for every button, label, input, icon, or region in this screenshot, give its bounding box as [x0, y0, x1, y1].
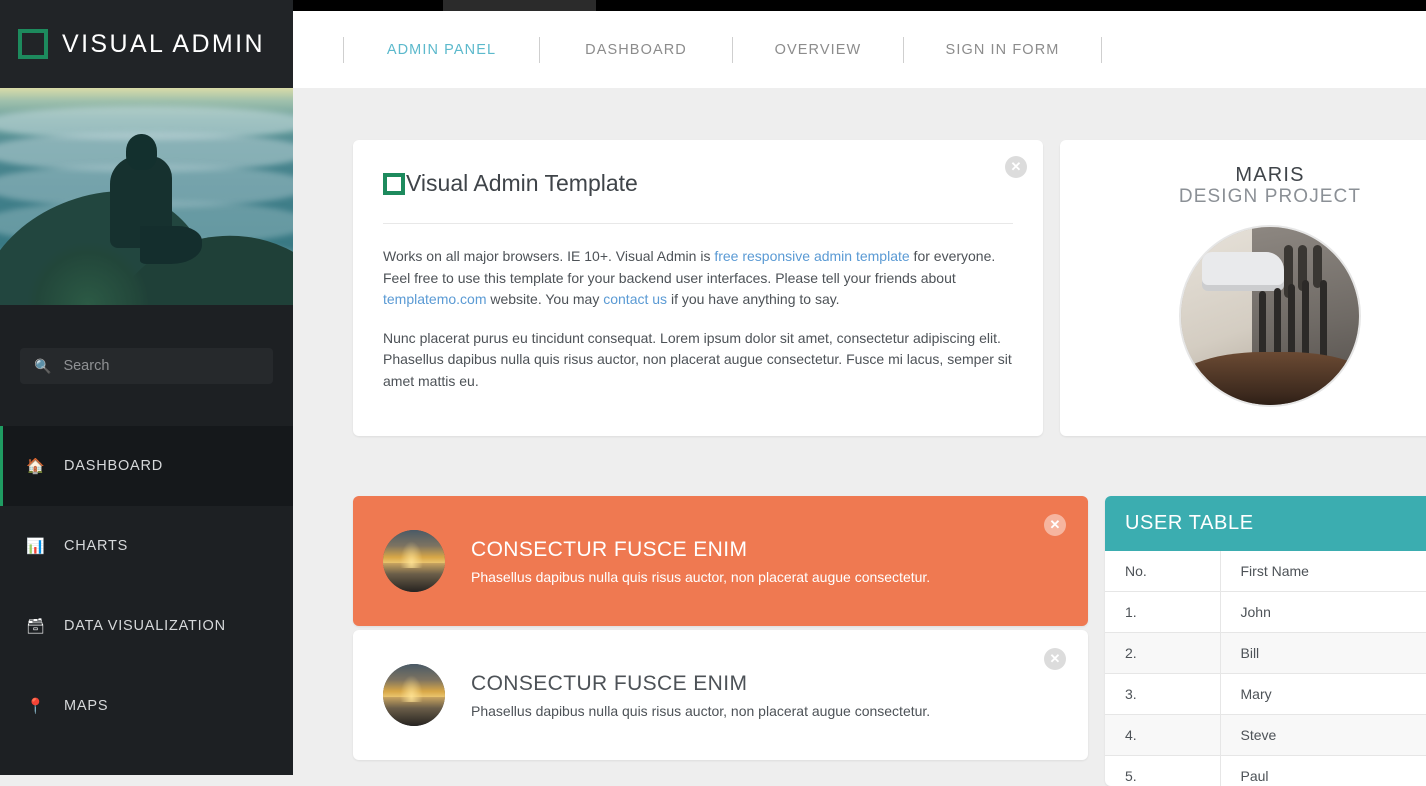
cell-first-name: Mary [1220, 674, 1426, 715]
photo-bike-rack [1320, 280, 1327, 365]
sidebar-item-label: DATA VISUALIZATION [64, 618, 226, 634]
table-row[interactable]: 2. Bill [1105, 633, 1426, 674]
intro-paragraph-2: Nunc placerat purus eu tincidunt consequ… [383, 328, 1013, 393]
photo-car [1202, 252, 1284, 291]
cell-no: 2. [1105, 633, 1220, 674]
nav-divider [1101, 37, 1102, 63]
sidebar: VISUAL ADMIN 🔍 🏠 DASHBOARD 📊 CHARTS 🗃 [0, 0, 293, 775]
alert-card-orange: ✕ CONSECTUR FUSCE ENIM Phasellus dapibus… [353, 496, 1088, 626]
cell-first-name: John [1220, 592, 1426, 633]
sidebar-item-data-visualization[interactable]: 🗃 DATA VISUALIZATION [0, 586, 293, 666]
cell-first-name: Paul [1220, 756, 1426, 786]
alert-subtitle: Phasellus dapibus nulla quis risus aucto… [471, 703, 930, 719]
bar-chart-icon: 📊 [26, 537, 52, 555]
alert-thumbnail [383, 530, 445, 592]
sidebar-item-dashboard[interactable]: 🏠 DASHBOARD [0, 426, 293, 506]
alert-subtitle: Phasellus dapibus nulla quis risus aucto… [471, 569, 930, 585]
sidebar-item-label: MAPS [64, 698, 108, 714]
browser-top-strip [293, 0, 1426, 11]
link-free-responsive-admin-template[interactable]: free responsive admin template [714, 248, 909, 264]
intro-title-row: Visual Admin Template [383, 170, 1013, 197]
sidebar-item-maps[interactable]: 📍 MAPS [0, 666, 293, 746]
table-header-row: No. First Name [1105, 551, 1426, 592]
intro-p1-pre: Works on all major browsers. IE 10+. Vis… [383, 248, 714, 264]
browser-tab-chip [443, 0, 596, 11]
hero-person-leg [140, 226, 202, 264]
alert-title: CONSECTUR FUSCE ENIM [471, 672, 930, 696]
intro-p1-post: if you have anything to say. [667, 291, 840, 307]
column-header-first-name: First Name [1220, 551, 1426, 592]
cell-first-name: Steve [1220, 715, 1426, 756]
brand-logo[interactable]: VISUAL ADMIN [0, 0, 293, 88]
nav-item-admin-panel[interactable]: ADMIN PANEL [344, 42, 539, 58]
avatar [1179, 225, 1361, 407]
nav-item-dashboard[interactable]: DASHBOARD [540, 42, 732, 58]
nav-item-overview[interactable]: OVERVIEW [733, 42, 903, 58]
user-table-card: USER TABLE No. First Name 1. John 2. Bil… [1105, 496, 1426, 786]
main-content: ✕ Visual Admin Template Works on all maj… [293, 88, 1426, 775]
profile-name: MARIS [1060, 164, 1426, 187]
divider [383, 223, 1013, 224]
alert-text: CONSECTUR FUSCE ENIM Phasellus dapibus n… [471, 538, 930, 585]
table-row[interactable]: 1. John [1105, 592, 1426, 633]
page-title: Visual Admin Template [406, 170, 638, 197]
database-icon: 🗃 [26, 617, 52, 635]
nav-item-sign-in-form[interactable]: SIGN IN FORM [904, 42, 1101, 58]
avatar-photo [1181, 227, 1359, 405]
table-row[interactable]: 4. Steve [1105, 715, 1426, 756]
cell-no: 3. [1105, 674, 1220, 715]
sidebar-item-charts[interactable]: 📊 CHARTS [0, 506, 293, 586]
sunset-photo [383, 664, 445, 726]
cell-first-name: Bill [1220, 633, 1426, 674]
hero-grass [28, 243, 148, 305]
cell-no: 5. [1105, 756, 1220, 786]
intro-card: ✕ Visual Admin Template Works on all maj… [353, 140, 1043, 436]
search-input[interactable] [63, 358, 259, 374]
thumb-sun-beam [400, 675, 422, 702]
intro-paragraph-1: Works on all major browsers. IE 10+. Vis… [383, 246, 1013, 311]
alert-card-white: ✕ CONSECTUR FUSCE ENIM Phasellus dapibus… [353, 630, 1088, 760]
main-nav: ADMIN PANEL DASHBOARD OVERVIEW SIGN IN F… [293, 11, 1426, 88]
home-icon: 🏠 [26, 457, 52, 475]
column-header-no: No. [1105, 551, 1220, 592]
thumb-sun-beam [400, 541, 422, 568]
sidebar-search-area: 🔍 [0, 305, 293, 384]
search-box[interactable]: 🔍 [20, 348, 273, 384]
cell-no: 1. [1105, 592, 1220, 633]
square-outline-icon [18, 29, 48, 59]
close-icon[interactable]: ✕ [1044, 514, 1066, 536]
sidebar-item-label: DASHBOARD [64, 458, 163, 474]
profile-subtitle: DESIGN PROJECT [1060, 186, 1426, 208]
table-row[interactable]: 5. Paul [1105, 756, 1426, 786]
sidebar-hero-image [0, 88, 293, 305]
alert-thumbnail [383, 664, 445, 726]
cell-no: 4. [1105, 715, 1220, 756]
user-table: No. First Name 1. John 2. Bill 3. Mary [1105, 551, 1426, 786]
photo-basket [1179, 352, 1361, 407]
map-pin-icon: 📍 [26, 697, 52, 715]
intro-p1-mid2: website. You may [486, 291, 603, 307]
sunset-photo [383, 530, 445, 592]
user-table-title: USER TABLE [1105, 496, 1426, 551]
link-templatemo[interactable]: templatemo.com [383, 291, 486, 307]
sidebar-item-label: CHARTS [64, 538, 128, 554]
link-contact-us[interactable]: contact us [603, 291, 667, 307]
hero-person-head [126, 134, 157, 170]
table-row[interactable]: 3. Mary [1105, 674, 1426, 715]
alert-inner: CONSECTUR FUSCE ENIM Phasellus dapibus n… [353, 630, 1088, 760]
alert-text: CONSECTUR FUSCE ENIM Phasellus dapibus n… [471, 672, 930, 719]
sidebar-menu: 🏠 DASHBOARD 📊 CHARTS 🗃 DATA VISUALIZATIO… [0, 426, 293, 746]
close-icon[interactable]: ✕ [1005, 156, 1027, 178]
alert-inner: CONSECTUR FUSCE ENIM Phasellus dapibus n… [353, 496, 1088, 626]
brand-name: VISUAL ADMIN [62, 30, 265, 59]
search-icon: 🔍 [34, 358, 51, 375]
square-outline-icon [383, 173, 405, 195]
top-header: ADMIN PANEL DASHBOARD OVERVIEW SIGN IN F… [293, 11, 1426, 88]
alert-title: CONSECTUR FUSCE ENIM [471, 538, 930, 562]
profile-card: ✕ MARIS DESIGN PROJECT [1060, 140, 1426, 436]
close-icon[interactable]: ✕ [1044, 648, 1066, 670]
